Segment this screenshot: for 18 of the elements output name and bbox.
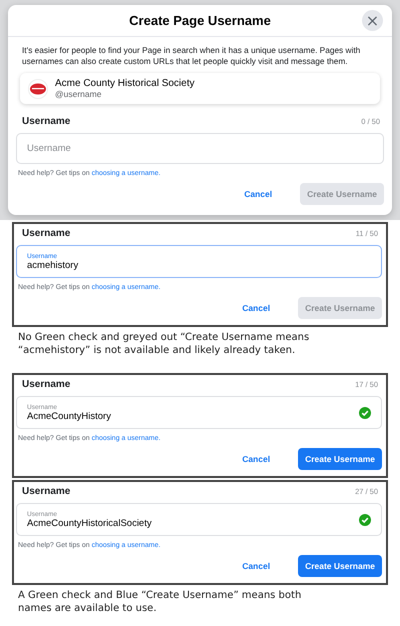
dialog-title: Create Page Username (129, 13, 271, 28)
logo-icon (28, 78, 48, 98)
field-heading: Username (22, 486, 70, 497)
caption-text: A Green check and Blue “Create Username” means both names are available to use. (18, 589, 302, 615)
close-button[interactable]: × (362, 10, 383, 31)
cancel-button[interactable]: Cancel (228, 450, 284, 468)
page-handle: @username (55, 89, 102, 99)
create-username-button[interactable]: Create Username (298, 555, 382, 577)
field-heading: Username (22, 379, 70, 390)
caption-text: No Green check and greyed out “Create Username means “acmehistory” is not available and likely already taken. (18, 331, 310, 357)
field-heading: Username (22, 116, 70, 127)
field-heading: Username (22, 228, 70, 239)
check-icon (359, 514, 371, 526)
page-name: Acme County Historical Society (55, 78, 194, 89)
create-username-button[interactable]: Create Username (298, 448, 382, 470)
check-icon (359, 406, 371, 418)
cancel-button[interactable]: Cancel (228, 557, 284, 575)
intro-text: It's easier for people to find your Page in search when it has a unique username. Pages with usernames can also create custom URLs that let people quickly visit and message them. (21, 45, 362, 67)
